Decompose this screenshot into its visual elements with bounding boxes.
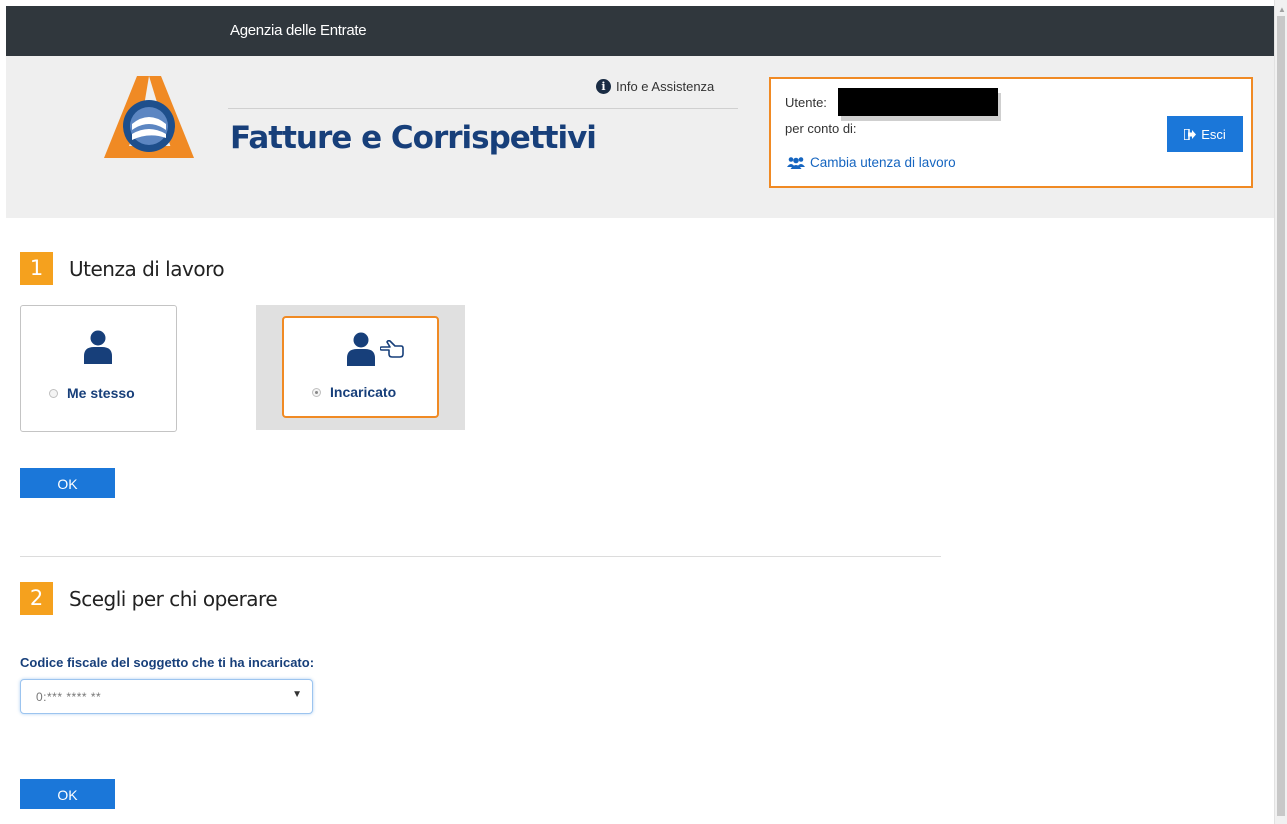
step-1-title: Utenza di lavoro [69,256,225,281]
step-2-ok-button[interactable]: OK [20,779,115,809]
per-conto-label: per conto di: [785,121,857,136]
codice-fiscale-label: Codice fiscale del soggetto che ti ha in… [20,655,315,670]
exit-icon [1184,128,1197,140]
radio-incaricato[interactable] [312,387,321,397]
info-icon: i [596,79,611,94]
header: Fatture e Corrispettivi i Info e Assiste… [6,56,1274,218]
step-1-number: 1 [20,252,53,285]
info-assistance-link[interactable]: i Info e Assistenza [596,79,714,94]
vertical-scrollbar[interactable]: ▲ [1274,0,1287,824]
redacted-username [838,88,998,116]
option-incaricato-label: Incaricato [330,384,397,400]
utente-label: Utente: [785,95,827,110]
section-divider [20,556,941,557]
hand-pointer-icon [380,340,404,358]
scroll-up-icon[interactable]: ▲ [1278,5,1286,14]
app-title: Fatture e Corrispettivi [230,120,597,156]
option-incaricato[interactable]: Incaricato [282,316,439,418]
step-1-heading: 1 Utenza di lavoro [20,252,225,285]
top-bar: Agenzia delle Entrate [6,6,1274,56]
user-icon [347,332,375,366]
step-1-ok-button[interactable]: OK [20,468,115,498]
chevron-down-icon: ▼ [292,689,302,700]
agenzia-logo [104,76,194,158]
exit-button[interactable]: Esci [1167,116,1243,152]
exit-label: Esci [1201,126,1226,142]
change-user-link[interactable]: Cambia utenza di lavoro [787,155,956,170]
scroll-thumb[interactable] [1277,16,1285,816]
users-icon [787,157,805,169]
info-link-label: Info e Assistenza [616,79,715,94]
change-user-label: Cambia utenza di lavoro [810,155,956,170]
header-divider [228,108,738,109]
agency-name: Agenzia delle Entrate [230,22,367,39]
select-value: 0:*** **** ** [36,690,102,704]
step-2-number: 2 [20,582,53,615]
option-me-stesso-label: Me stesso [67,385,135,401]
user-icon [84,330,112,364]
step-2-title: Scegli per chi operare [69,586,278,611]
step-2-heading: 2 Scegli per chi operare [20,582,278,615]
option-me-stesso[interactable]: Me stesso [20,305,177,432]
codice-fiscale-select[interactable]: 0:*** **** ** ▼ [20,679,313,714]
radio-me-stesso[interactable] [49,388,58,398]
user-panel: Utente: per conto di: Cambia utenza di l… [769,77,1253,188]
